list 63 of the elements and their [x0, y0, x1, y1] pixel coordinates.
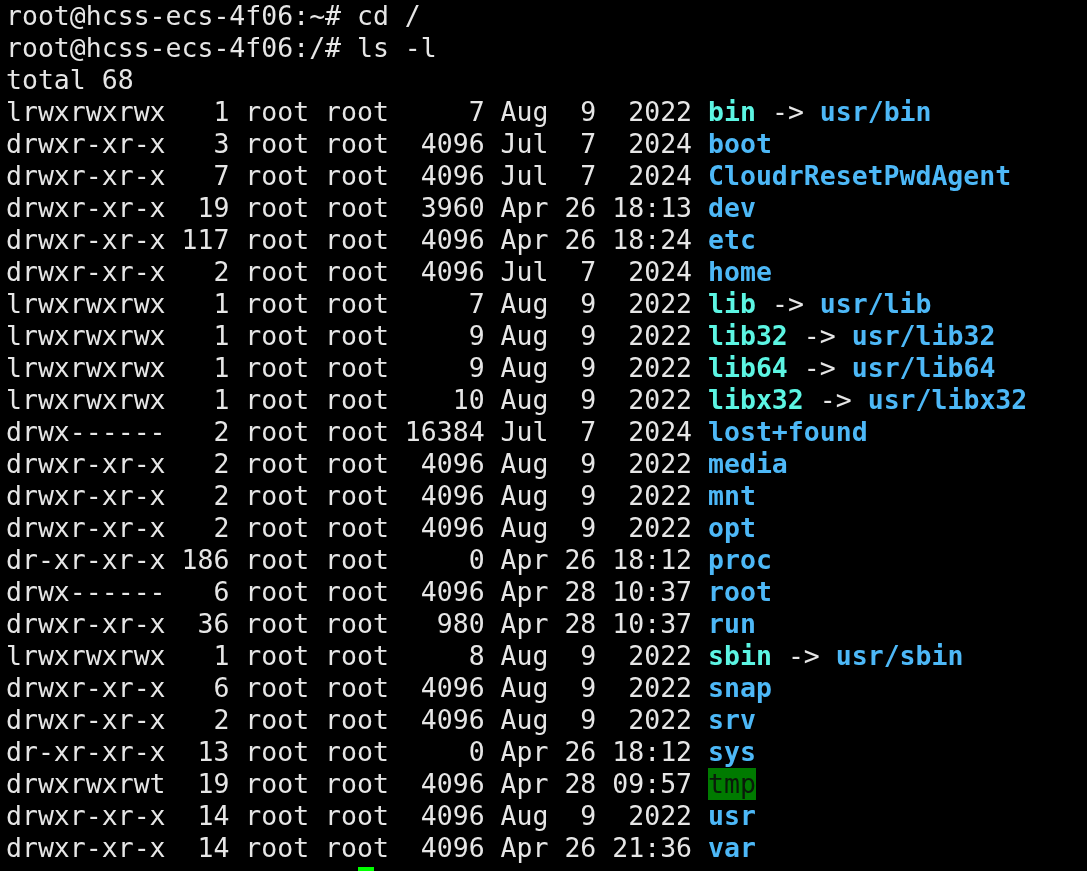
listing-details: drwxr-xr-x 3 root root 4096 Jul 7 2024	[6, 128, 693, 160]
file-name: bin	[708, 96, 756, 128]
listing-details: dr-xr-xr-x 186 root root 0 Apr 26 18:12	[6, 544, 693, 576]
link-target: usr/lib	[819, 288, 932, 320]
listing-details: drwxr-xr-x 2 root root 4096 Aug 9 2022	[6, 480, 693, 512]
listing-details: drwxr-xr-x 6 root root 4096 Aug 9 2022	[6, 672, 693, 704]
file-name: libx32	[708, 384, 804, 416]
link-arrow: ->	[819, 384, 852, 416]
listing-details: drwxr-xr-x 14 root root 4096 Apr 26 21:36	[6, 832, 693, 864]
link-target: usr/sbin	[835, 640, 964, 672]
file-name: sbin	[708, 640, 772, 672]
file-name: proc	[708, 544, 772, 576]
listing-details: drwxr-xr-x 2 root root 4096 Aug 9 2022	[6, 448, 693, 480]
listing-details: drwxr-xr-x 19 root root 3960 Apr 26 18:13	[6, 192, 693, 224]
file-name: tmp	[708, 768, 756, 800]
file-name: srv	[708, 704, 756, 736]
file-name: lib64	[708, 352, 788, 384]
file-name: CloudrResetPwdAgent	[708, 160, 1012, 192]
file-name: sys	[708, 736, 756, 768]
listing-details: lrwxrwxrwx 1 root root 7 Aug 9 2022	[6, 96, 693, 128]
file-name: opt	[708, 512, 756, 544]
listing-details: drwxr-xr-x 14 root root 4096 Aug 9 2022	[6, 800, 693, 832]
listing-details: lrwxrwxrwx 1 root root 9 Aug 9 2022	[6, 320, 693, 352]
listing-details: lrwxrwxrwx 1 root root 8 Aug 9 2022	[6, 640, 693, 672]
listing-details: drwxrwxrwt 19 root root 4096 Apr 28 09:57	[6, 768, 693, 800]
link-target: usr/bin	[819, 96, 932, 128]
file-name: lib32	[708, 320, 788, 352]
file-name: snap	[708, 672, 772, 704]
listing-details: drwxr-xr-x 2 root root 4096 Aug 9 2022	[6, 512, 693, 544]
listing-details: drwxr-xr-x 36 root root 980 Apr 28 10:37	[6, 608, 693, 640]
listing-details: dr-xr-xr-x 13 root root 0 Apr 26 18:12	[6, 736, 693, 768]
link-arrow: ->	[803, 320, 836, 352]
file-name: lost+found	[708, 416, 868, 448]
file-name: dev	[708, 192, 756, 224]
file-name: usr	[708, 800, 756, 832]
total-line: total 68	[6, 64, 134, 96]
listing-details: drwx------ 6 root root 4096 Apr 28 10:37	[6, 576, 693, 608]
link-arrow: ->	[771, 288, 804, 320]
file-name: home	[708, 256, 772, 288]
listing-details: drwxr-xr-x 117 root root 4096 Apr 26 18:24	[6, 224, 693, 256]
file-name: mnt	[708, 480, 756, 512]
link-arrow: ->	[803, 352, 836, 384]
file-name: lib	[708, 288, 756, 320]
file-name: run	[708, 608, 756, 640]
listing-details: lrwxrwxrwx 1 root root 9 Aug 9 2022	[6, 352, 693, 384]
file-name: etc	[708, 224, 756, 256]
link-arrow: ->	[771, 96, 804, 128]
link-target: usr/libx32	[867, 384, 1028, 416]
link-arrow: ->	[787, 640, 820, 672]
listing-details: drwxr-xr-x 7 root root 4096 Jul 7 2024	[6, 160, 693, 192]
link-target: usr/lib64	[851, 352, 996, 384]
listing-details: lrwxrwxrwx 1 root root 7 Aug 9 2022	[6, 288, 693, 320]
file-name: media	[708, 448, 788, 480]
file-name: var	[708, 832, 756, 864]
file-name: boot	[708, 128, 772, 160]
listing-details: drwx------ 2 root root 16384 Jul 7 2024	[6, 416, 693, 448]
link-target: usr/lib32	[851, 320, 996, 352]
command-line: root@hcss-ecs-4f06:~# cd /	[6, 0, 421, 32]
command-line: root@hcss-ecs-4f06:/# ls -l	[6, 32, 437, 64]
listing-details: drwxr-xr-x 2 root root 4096 Jul 7 2024	[6, 256, 693, 288]
file-name: root	[708, 576, 772, 608]
listing-details: drwxr-xr-x 2 root root 4096 Aug 9 2022	[6, 704, 693, 736]
listing-details: lrwxrwxrwx 1 root root 10 Aug 9 2022	[6, 384, 693, 416]
